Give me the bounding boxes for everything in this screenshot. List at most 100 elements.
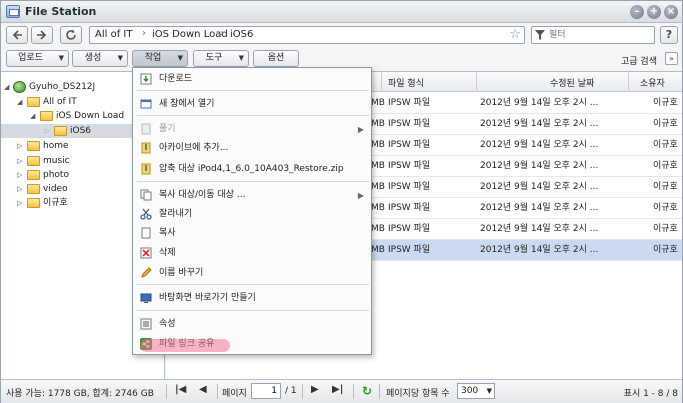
collapsed-triangle-icon[interactable]: ▷ xyxy=(44,124,49,138)
back-button[interactable] xyxy=(6,26,28,44)
column-header-owner[interactable]: 소유자 xyxy=(640,76,665,89)
tree-item-label: photo xyxy=(43,170,69,180)
cell-type: IPSW 파일 xyxy=(388,182,431,192)
tree-item-label: 이규호 xyxy=(43,198,68,208)
prev-page-icon[interactable]: ◀ xyxy=(199,384,207,395)
column-divider[interactable] xyxy=(476,72,477,92)
file-station-icon xyxy=(6,5,20,18)
menu-item-new-window[interactable]: 새 창에서 열기 xyxy=(134,95,370,114)
extract-icon xyxy=(141,123,151,135)
menu-item-label: 복사 xyxy=(159,228,176,238)
page-number-input[interactable] xyxy=(251,383,281,399)
cell-modified: 2012년 9월 14일 오후 2시 ... xyxy=(480,182,599,192)
menu-item-delete[interactable]: 삭제 xyxy=(134,244,370,263)
refresh-button[interactable] xyxy=(60,26,82,44)
close-icon[interactable]: × xyxy=(664,5,678,19)
path-separator-icon: › xyxy=(220,28,224,39)
compress-icon xyxy=(141,163,151,175)
path-segment[interactable]: iOS Down Load xyxy=(152,29,228,40)
filter-input[interactable] xyxy=(549,28,649,42)
column-divider[interactable] xyxy=(628,72,629,92)
highlight-marker xyxy=(140,339,230,352)
last-page-icon[interactable]: ▶| xyxy=(332,384,343,395)
cell-modified: 2012년 9월 14일 오후 2시 ... xyxy=(480,98,599,108)
favorite-star-icon[interactable]: ☆ xyxy=(509,27,521,42)
path-segment[interactable]: All of IT xyxy=(95,29,132,40)
per-page-label: 페이지당 항목 수 xyxy=(386,389,450,399)
cell-type: IPSW 파일 xyxy=(388,203,431,213)
column-divider[interactable] xyxy=(381,72,382,92)
expanded-triangle-icon[interactable]: ◢ xyxy=(4,80,9,94)
rename-icon xyxy=(141,267,152,278)
options-button[interactable]: 옵션 xyxy=(253,50,299,67)
collapsed-triangle-icon[interactable]: ▷ xyxy=(17,139,22,153)
menu-divider xyxy=(137,284,369,285)
tree-item-label: iOS Down Load xyxy=(56,111,125,121)
tools-button[interactable]: 도구 ▼ xyxy=(193,50,249,67)
cell-type: IPSW 파일 xyxy=(388,245,431,255)
storage-info: 사용 가능: 1778 GB, 합계: 2746 GB xyxy=(6,389,154,399)
cell-modified: 2012년 9월 14일 오후 2시 ... xyxy=(480,119,599,129)
column-header-modified[interactable]: 수정된 날짜 xyxy=(550,76,594,89)
next-page-icon[interactable]: ▶ xyxy=(311,384,319,395)
menu-item-extract[interactable]: 풀기 ▶ xyxy=(134,120,370,139)
chevron-down-icon[interactable]: » xyxy=(665,52,678,65)
server-icon xyxy=(13,81,26,93)
menu-item-label: 다운로드 xyxy=(159,74,193,84)
cell-size: MB xyxy=(371,98,385,108)
menu-item-compress[interactable]: 압축 대상 iPod4,1_6.0_10A403_Restore.zip xyxy=(134,160,370,179)
menu-item-copy-move[interactable]: 복사 대상/이동 대상 ... ▶ xyxy=(134,186,370,205)
maximize-icon[interactable]: + xyxy=(647,5,661,19)
delete-icon xyxy=(140,247,152,259)
upload-button[interactable]: 업로드 ▼ xyxy=(6,50,69,67)
upload-label: 업로드 xyxy=(18,53,43,63)
dropdown-arrow-icon: ▼ xyxy=(117,54,123,62)
advanced-search-label[interactable]: 고급 검색 xyxy=(621,54,657,67)
create-button[interactable]: 생성 ▼ xyxy=(72,50,128,67)
status-divider xyxy=(166,384,167,399)
action-button[interactable]: 작업 ▼ xyxy=(132,50,188,67)
desktop-shortcut-icon xyxy=(140,293,152,303)
menu-item-label: 복사 대상/이동 대상 ... xyxy=(159,190,246,200)
collapsed-triangle-icon[interactable]: ▷ xyxy=(17,182,22,196)
scissors-icon xyxy=(140,208,152,220)
per-page-select[interactable]: 300 ▼ xyxy=(457,383,495,399)
refresh-icon[interactable]: ↻ xyxy=(362,384,372,398)
collapsed-triangle-icon[interactable]: ▷ xyxy=(17,168,22,182)
menu-item-download[interactable]: 다운로드 xyxy=(134,70,370,89)
back-arrow-icon xyxy=(12,30,22,40)
tools-label: 도구 xyxy=(205,53,223,63)
expanded-triangle-icon[interactable]: ◢ xyxy=(30,109,35,123)
cell-type: IPSW 파일 xyxy=(388,224,431,234)
minimize-icon[interactable]: – xyxy=(630,5,644,19)
dropdown-arrow-icon: ▼ xyxy=(486,387,492,395)
collapsed-triangle-icon[interactable]: ▷ xyxy=(17,154,22,168)
expanded-triangle-icon[interactable]: ◢ xyxy=(17,95,22,109)
menu-item-properties[interactable]: 속성 xyxy=(134,315,370,334)
path-bar[interactable]: All of IT › iOS Down Load › iOS6 ☆ xyxy=(89,26,525,44)
forward-button[interactable] xyxy=(31,26,53,44)
dropdown-arrow-icon: ▼ xyxy=(58,54,64,62)
copy-icon xyxy=(141,227,151,239)
menu-item-label: 풀기 xyxy=(159,124,176,134)
menu-item-desktop-shortcut[interactable]: 바탕화면 바로가기 만들기 xyxy=(134,289,370,308)
filter-icon xyxy=(535,30,545,40)
cell-owner: 이규호 xyxy=(653,140,678,150)
window-title: File Station xyxy=(25,5,97,18)
cell-owner: 이규호 xyxy=(653,98,678,108)
filter-box[interactable] xyxy=(531,26,655,44)
menu-item-archive-add[interactable]: 아카이브에 추가... xyxy=(134,139,370,158)
menu-item-scissors[interactable]: 잘라내기 xyxy=(134,205,370,224)
help-button[interactable]: ? xyxy=(660,26,678,44)
first-page-icon[interactable]: |◀ xyxy=(175,384,186,395)
dropdown-arrow-icon: ▼ xyxy=(177,54,183,62)
menu-item-rename[interactable]: 이름 바꾸기 xyxy=(134,264,370,283)
menu-item-copy[interactable]: 복사 xyxy=(134,224,370,243)
path-segment[interactable]: iOS6 xyxy=(230,29,253,40)
folder-icon xyxy=(27,170,40,180)
tree-item-label: Gyuho_DS212J xyxy=(29,82,96,92)
column-header-type[interactable]: 파일 형식 xyxy=(388,76,424,89)
title-bar: File Station – + × xyxy=(1,1,682,23)
download-icon xyxy=(140,73,152,85)
collapsed-triangle-icon[interactable]: ▷ xyxy=(17,196,22,210)
